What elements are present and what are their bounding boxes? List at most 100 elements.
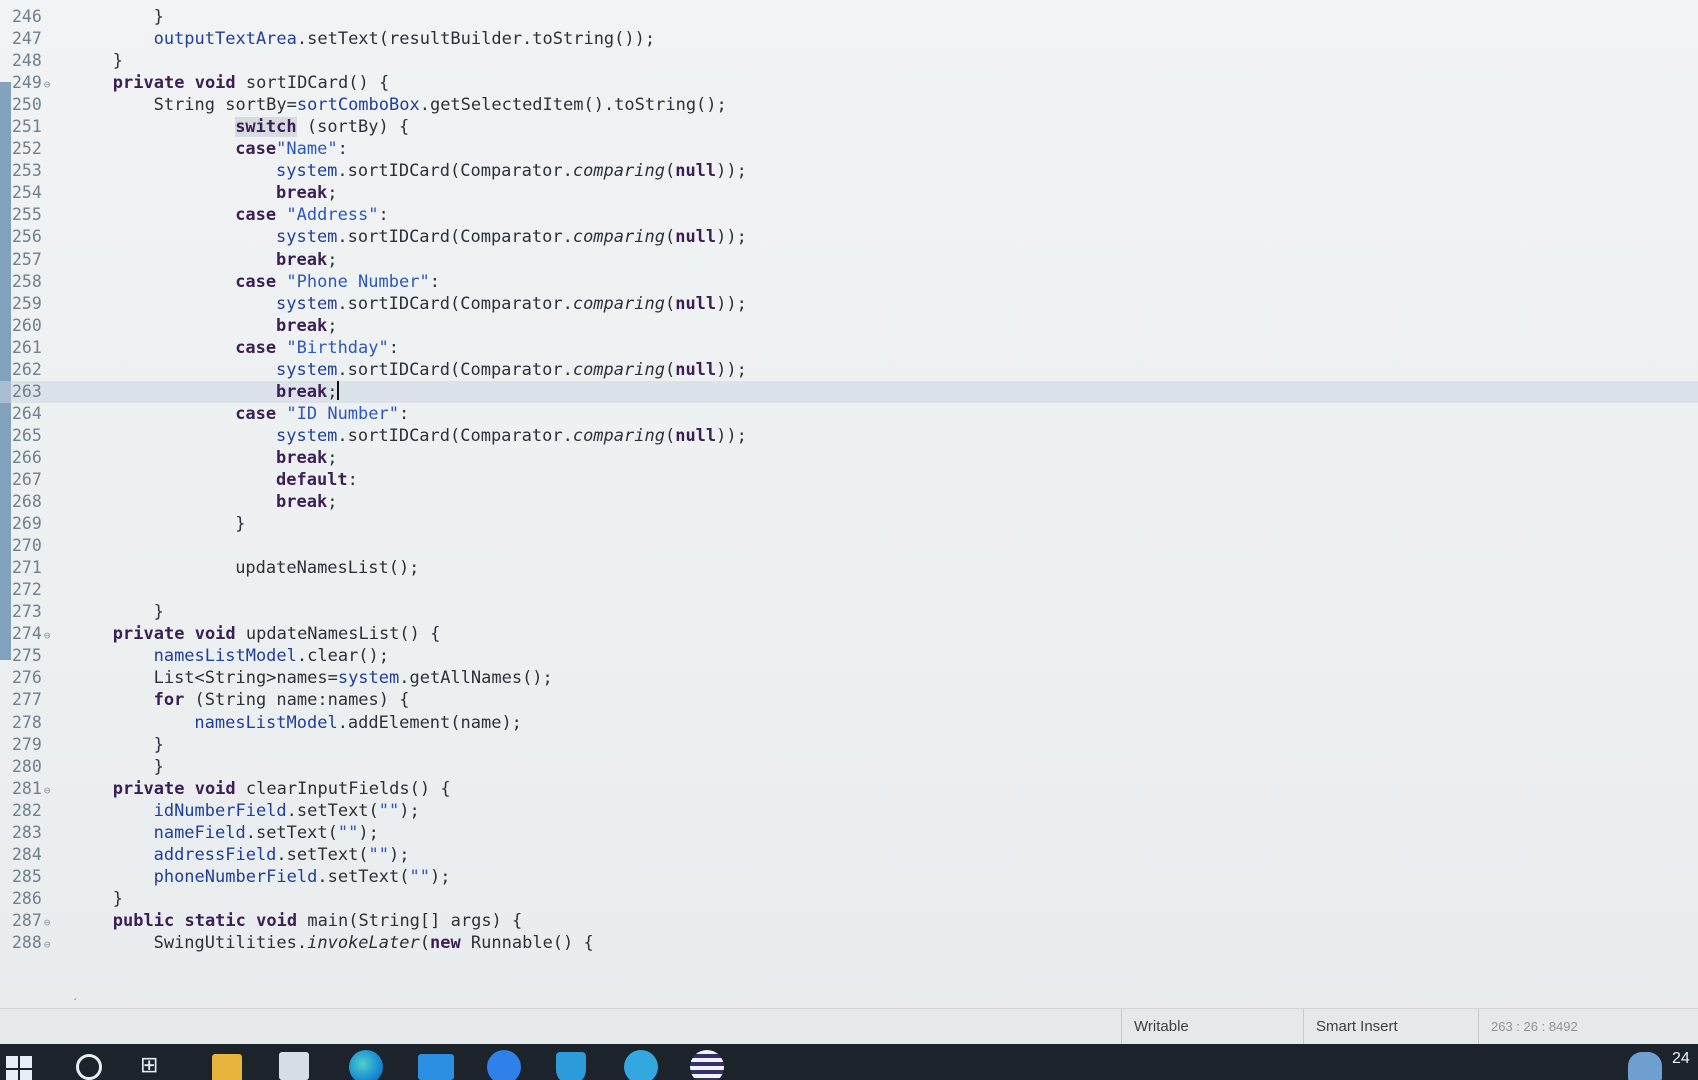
line-number: 251	[12, 116, 62, 138]
code-line[interactable]: 266 break;	[0, 447, 1698, 469]
code-line[interactable]: 256 system.sortIDCard(Comparator.comparin…	[0, 226, 1698, 248]
code-token-fld: addressField	[153, 844, 277, 865]
code-line[interactable]: 278 namesListModel.addElement(name);	[0, 712, 1698, 734]
code-line[interactable]: 280}	[0, 756, 1698, 778]
edge-browser-icon[interactable]	[349, 1050, 383, 1080]
code-line[interactable]: 247 outputTextArea.setText(resultBuilder.…	[0, 28, 1698, 50]
task-view-icon[interactable]: ⊞	[140, 1052, 170, 1080]
line-number-text: 278	[12, 712, 42, 732]
code-text: case "Birthday":	[72, 337, 399, 359]
code-line[interactable]: 261 case "Birthday":	[0, 337, 1698, 359]
scroll-left-icon[interactable]: ‹	[72, 993, 78, 1000]
code-line[interactable]: 274 ⊖ private void updateNamesList() {	[0, 623, 1698, 645]
code-line[interactable]: 279}	[0, 734, 1698, 756]
code-token-plain: :	[398, 403, 410, 424]
line-number-text: 262	[12, 359, 42, 379]
code-token-plain: SwingUtilities.	[153, 932, 308, 953]
code-token-plain: (	[664, 227, 676, 248]
code-line[interactable]: 254 break;	[0, 182, 1698, 204]
code-line[interactable]: 269}	[0, 513, 1698, 535]
file-explorer-icon[interactable]	[212, 1054, 242, 1080]
code-line[interactable]: 250 String sortBy=sortComboBox.getSelecte…	[0, 94, 1698, 116]
code-line[interactable]: 283 nameField.setText("");	[0, 822, 1698, 844]
code-line[interactable]: 273}	[0, 601, 1698, 623]
code-token-fld: phoneNumberField	[153, 866, 318, 887]
line-number-text: 264	[12, 403, 42, 423]
code-line[interactable]: 276 List<String>names=system.getAllNames(…	[0, 667, 1698, 689]
taskbar: ⊞ 24	[0, 1044, 1698, 1080]
line-number-text: 266	[12, 447, 42, 467]
status-cursor-position: 263 : 26 : 8492	[1478, 1009, 1671, 1045]
line-number-text: 279	[12, 734, 42, 754]
code-editor[interactable]: 246} 247 outputTextArea.setText(resultBuil…	[0, 0, 1698, 1000]
status-insert-mode[interactable]: Smart Insert	[1303, 1009, 1486, 1045]
code-text: namesListModel.addElement(name);	[72, 712, 522, 734]
code-line[interactable]: 260 break;	[0, 315, 1698, 337]
code-line[interactable]: 275 namesListModel.clear();	[0, 645, 1698, 667]
code-line[interactable]: 286}	[0, 888, 1698, 910]
code-line[interactable]: 252 case"Name":	[0, 138, 1698, 160]
code-line[interactable]: 257 break;	[0, 249, 1698, 271]
code-line[interactable]: 264 case "ID Number":	[0, 403, 1698, 425]
code-line[interactable]: 249 ⊖ private void sortIDCard() {	[0, 72, 1698, 94]
line-number-text: 257	[12, 249, 42, 269]
code-line[interactable]: 270	[0, 535, 1698, 557]
fold-toggle-icon[interactable]: ⊖	[44, 916, 51, 929]
weather-icon[interactable]	[1628, 1052, 1662, 1080]
code-token-plain: :	[337, 139, 348, 160]
code-line[interactable]: 281 ⊖ private void clearInputFields() {	[0, 778, 1698, 800]
code-line[interactable]: 246}	[0, 6, 1698, 28]
code-line[interactable]: 251 switch (sortBy) {	[0, 116, 1698, 138]
line-number: 262	[12, 359, 62, 381]
code-token-plain: clearInputFields() {	[235, 778, 451, 799]
fold-toggle-icon[interactable]: ⊖	[44, 938, 51, 951]
line-number-text: 249	[12, 73, 42, 93]
code-line[interactable]: 271 updateNamesList();	[0, 557, 1698, 579]
line-number: 278	[12, 712, 62, 734]
code-token-plain: }	[153, 756, 164, 777]
zoom-icon[interactable]	[487, 1050, 521, 1080]
code-token-plain: ;	[327, 447, 338, 468]
code-line[interactable]: 288 ⊖ SwingUtilities.invokeLater(new Runna…	[0, 932, 1698, 954]
code-token-kw: break	[276, 492, 328, 513]
code-token-plain: .sortIDCard(Comparator.	[337, 293, 573, 314]
windows-start-icon[interactable]	[6, 1052, 36, 1080]
fold-toggle-icon[interactable]: ⊖	[44, 629, 51, 642]
code-line[interactable]: 287 ⊖ public static void main(String[] arg…	[0, 910, 1698, 932]
code-line[interactable]: 272	[0, 579, 1698, 601]
code-line[interactable]: 268 break;	[0, 491, 1698, 513]
tray-clock[interactable]: 24	[1672, 1050, 1690, 1068]
code-line[interactable]: 255 case "Address":	[0, 204, 1698, 226]
code-line[interactable]: 277 for (String name:names) {	[0, 689, 1698, 711]
line-number: 260	[12, 315, 62, 337]
code-line[interactable]: 267 default:	[0, 469, 1698, 491]
shield-app-icon[interactable]	[556, 1052, 586, 1080]
code-line[interactable]: 282 idNumberField.setText("");	[0, 800, 1698, 822]
code-line[interactable]: 248}	[0, 50, 1698, 72]
mail-icon[interactable]	[418, 1054, 454, 1080]
code-line[interactable]: 259 system.sortIDCard(Comparator.comparin…	[0, 293, 1698, 315]
store-icon[interactable]	[279, 1052, 309, 1080]
code-line[interactable]: 258 case "Phone Number":	[0, 271, 1698, 293]
code-text: for (String name:names) {	[72, 689, 410, 711]
code-token-kw: null	[675, 425, 717, 446]
code-text: }	[72, 513, 245, 535]
code-line[interactable]: 284 addressField.setText("");	[0, 844, 1698, 866]
eclipse-icon[interactable]	[690, 1050, 724, 1080]
code-line[interactable]: 262 system.sortIDCard(Comparator.comparin…	[0, 359, 1698, 381]
code-line[interactable]: 265 system.sortIDCard(Comparator.comparin…	[0, 425, 1698, 447]
line-number-text: 253	[12, 161, 42, 181]
code-line[interactable]: 253 system.sortIDCard(Comparator.comparin…	[0, 160, 1698, 182]
code-line-current[interactable]: 263 break;	[0, 380, 1698, 403]
telegram-icon[interactable]	[624, 1050, 658, 1080]
search-icon[interactable]	[76, 1054, 102, 1080]
code-text: }	[72, 6, 164, 28]
fold-toggle-icon[interactable]: ⊖	[44, 784, 51, 797]
fold-toggle-icon[interactable]: ⊖	[44, 78, 51, 91]
code-line[interactable]: 285 phoneNumberField.setText("");	[0, 866, 1698, 888]
line-number-text: 284	[12, 844, 42, 864]
line-number-text: 261	[12, 337, 42, 357]
